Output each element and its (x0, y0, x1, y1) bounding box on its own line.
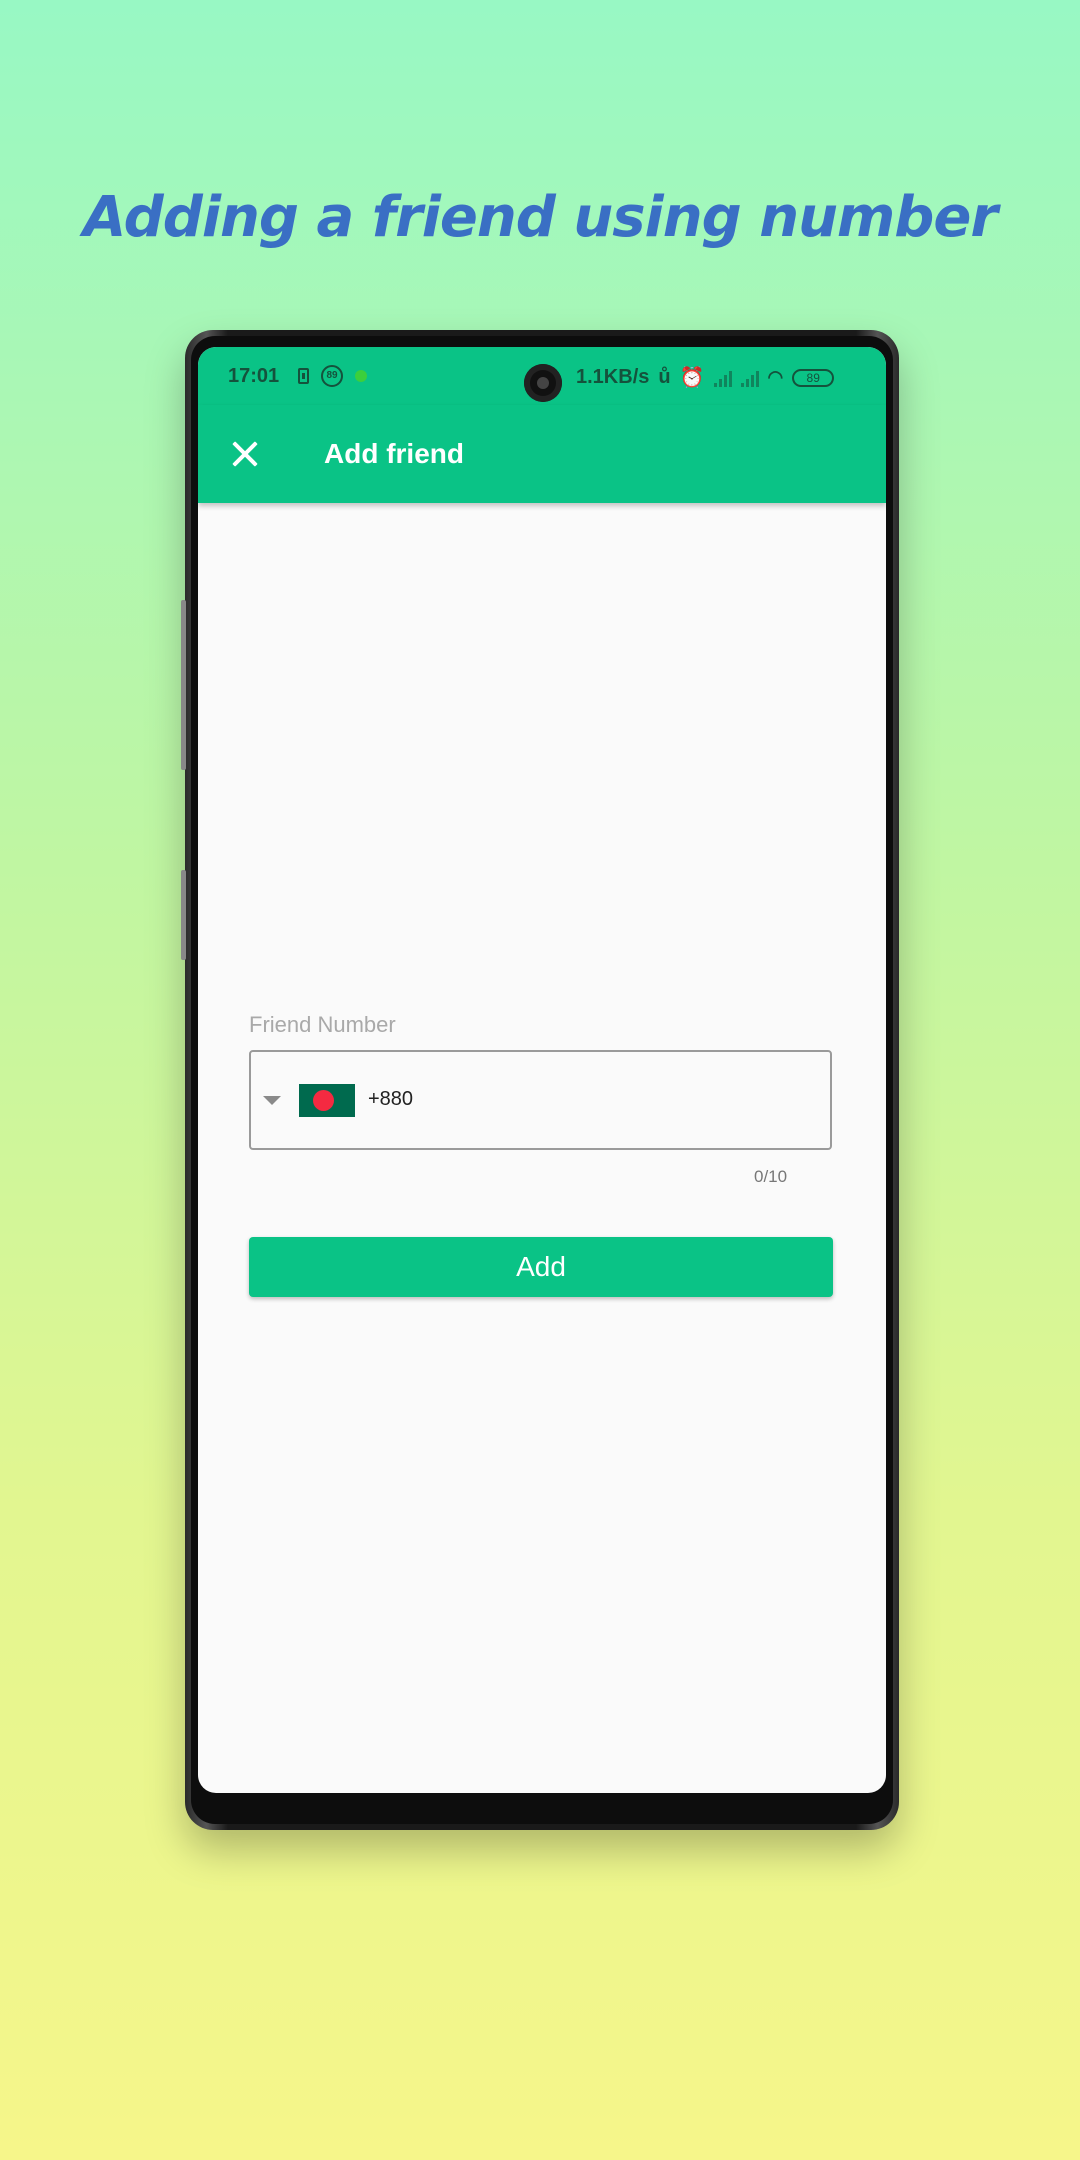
app-screen: 17:01 89 1.1KB/s ů ⏰ ◠ 89 Add friend Fri… (198, 347, 886, 1793)
battery-icon: 89 (792, 368, 835, 387)
dial-code: +880 (368, 1088, 414, 1110)
friend-number-label: Friend Number (249, 1012, 396, 1037)
promo-headline: Adding a friend using number (83, 185, 998, 250)
phone-frame: 17:01 89 1.1KB/s ů ⏰ ◠ 89 Add friend Fri… (181, 330, 899, 1830)
character-counter: 0/10 (754, 1167, 788, 1186)
bangladesh-flag-icon[interactable] (299, 1084, 355, 1117)
notification-count-icon: 89 (321, 365, 343, 387)
alarm-icon: ⏰ (679, 367, 705, 389)
status-time: 17:01 (228, 365, 280, 387)
wifi-icon: ◠ (767, 367, 784, 387)
bluetooth-icon: ů (658, 366, 671, 388)
signal-icon (713, 369, 732, 387)
add-button[interactable]: Add (249, 1237, 833, 1297)
close-icon[interactable] (224, 433, 266, 475)
status-right-icons: 1.1KB/s ů ⏰ ◠ 89 (576, 365, 835, 390)
power-button (181, 870, 186, 960)
status-bar: 17:01 89 1.1KB/s ů ⏰ ◠ 89 (198, 347, 886, 405)
app-bar: Add friend (198, 405, 886, 503)
page-title: Add friend (324, 438, 464, 469)
signal-icon-2 (740, 369, 759, 387)
front-camera (524, 364, 562, 402)
network-speed: 1.1KB/s (576, 366, 650, 388)
country-dropdown-icon[interactable] (263, 1096, 281, 1105)
volume-button (181, 600, 186, 770)
sim-icon (298, 368, 309, 384)
friend-number-input[interactable]: +880 (249, 1050, 832, 1150)
status-left-icons: 89 (298, 365, 367, 387)
green-dot-icon (355, 370, 367, 382)
